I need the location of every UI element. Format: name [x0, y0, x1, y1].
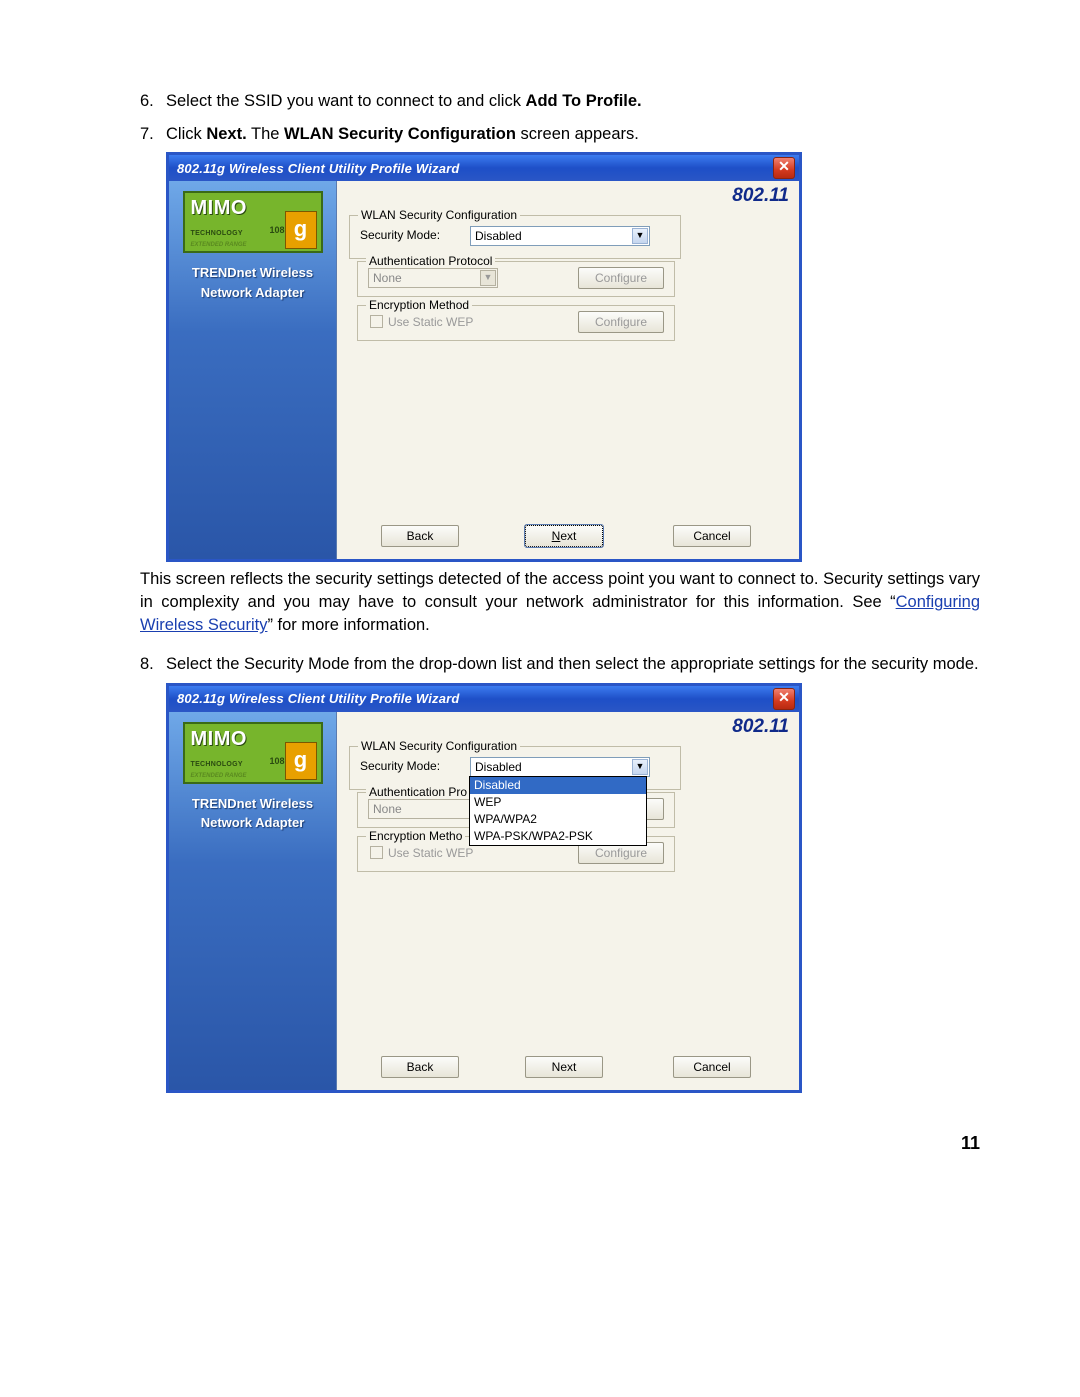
security-mode-label: Security Mode:: [360, 228, 440, 242]
step-number: 6.: [140, 90, 166, 113]
logo-text: MIMO: [191, 197, 247, 220]
dropdown-option-disabled[interactable]: Disabled: [470, 777, 646, 794]
wizard-button-row: Back Next Cancel: [337, 1056, 799, 1082]
mimo-logo: MIMO TECHNOLOGY 108 EXTENDED RANGE g: [183, 722, 323, 784]
chevron-down-icon[interactable]: ▼: [632, 759, 648, 775]
titlebar[interactable]: 802.11g Wireless Client Utility Profile …: [169, 155, 799, 181]
logo-ext: EXTENDED RANGE: [191, 773, 247, 779]
security-mode-dropdown-list[interactable]: Disabled WEP WPA/WPA2 WPA-PSK/WPA2-PSK: [469, 776, 647, 846]
close-icon[interactable]: ✕: [773, 157, 795, 179]
close-icon[interactable]: ✕: [773, 688, 795, 710]
dropdown-option-wpa[interactable]: WPA/WPA2: [470, 811, 646, 828]
logo-g: g: [285, 211, 317, 249]
document-page: 6.Select the SSID you want to connect to…: [0, 0, 1080, 1214]
wizard-sidebar: MIMO TECHNOLOGY 108 EXTENDED RANGE g TRE…: [169, 712, 337, 1090]
sidebar-line1: TRENDnet Wireless: [169, 263, 336, 283]
security-mode-value: Disabled: [475, 760, 522, 774]
step-bold: Add To Profile.: [526, 92, 642, 110]
after-step7-paragraph: This screen reflects the security settin…: [140, 568, 980, 637]
logo-tech: TECHNOLOGY: [191, 761, 243, 768]
back-button[interactable]: Back: [381, 525, 459, 547]
window-title: 802.11g Wireless Client Utility Profile …: [177, 691, 460, 706]
security-mode-select[interactable]: Disabled ▼: [470, 226, 650, 246]
brand-80211: 802.11: [732, 716, 789, 738]
wizard-window-1: 802.11g Wireless Client Utility Profile …: [166, 152, 802, 562]
auth-protocol-value: None: [373, 271, 402, 285]
step-7: 7.Click Next. The WLAN Security Configur…: [140, 123, 980, 146]
cancel-button[interactable]: Cancel: [673, 525, 751, 547]
sidebar-line2: Network Adapter: [169, 283, 336, 303]
window-title: 802.11g Wireless Client Utility Profile …: [177, 161, 460, 176]
group-enc-title: Encryption Method: [366, 298, 472, 312]
group-encryption: Encryption Method Use Static WEP Configu…: [357, 305, 675, 341]
logo-ext: EXTENDED RANGE: [191, 242, 247, 248]
wizard-main-panel: 802.11 WLAN Security Configuration Secur…: [337, 181, 799, 559]
step-8: 8.Select the Security Mode from the drop…: [140, 653, 980, 676]
step-text: Select the SSID you want to connect to a…: [166, 92, 526, 110]
use-static-wep-checkbox: [370, 846, 383, 859]
brand-80211: 802.11: [732, 185, 789, 207]
security-mode-value: Disabled: [475, 229, 522, 243]
group-security-title: WLAN Security Configuration: [358, 739, 520, 753]
group-authentication: Authentication Protocol None ▼ Configure: [357, 261, 675, 297]
use-static-wep-checkbox: [370, 315, 383, 328]
logo-108: 108: [269, 756, 284, 766]
logo-108: 108: [269, 225, 284, 235]
step-number: 7.: [140, 123, 166, 146]
step-text: Select the Security Mode from the drop-d…: [166, 655, 979, 673]
auth-protocol-value: None: [373, 802, 402, 816]
logo-text: MIMO: [191, 728, 247, 751]
sidebar-brand: TRENDnet Wireless Network Adapter: [169, 263, 336, 302]
group-auth-title: Authentication Pro: [366, 785, 470, 799]
para-text: ” for more information.: [267, 616, 429, 634]
wizard-button-row: Back Next Cancel: [337, 525, 799, 551]
back-button[interactable]: Back: [381, 1056, 459, 1078]
step-number: 8.: [140, 653, 166, 676]
next-button[interactable]: Next: [525, 525, 603, 547]
page-number: 11: [140, 1133, 980, 1154]
next-button[interactable]: Next: [525, 1056, 603, 1078]
group-auth-title: Authentication Protocol: [366, 254, 495, 268]
enc-configure-button: Configure: [578, 311, 664, 333]
group-security-title: WLAN Security Configuration: [358, 208, 520, 222]
step-text: screen appears.: [516, 125, 639, 143]
mimo-logo: MIMO TECHNOLOGY 108 EXTENDED RANGE g: [183, 191, 323, 253]
titlebar[interactable]: 802.11g Wireless Client Utility Profile …: [169, 686, 799, 712]
chevron-down-icon[interactable]: ▼: [632, 228, 648, 244]
step-text: The: [247, 125, 284, 143]
step-bold: Next.: [206, 125, 246, 143]
wizard-window-2: 802.11g Wireless Client Utility Profile …: [166, 683, 802, 1093]
use-static-wep-label: Use Static WEP: [388, 315, 473, 329]
para-text: This screen reflects the security settin…: [140, 570, 980, 611]
auth-protocol-select: None ▼: [368, 268, 498, 288]
security-mode-label: Security Mode:: [360, 759, 440, 773]
security-mode-select[interactable]: Disabled ▼: [470, 757, 650, 777]
sidebar-line1: TRENDnet Wireless: [169, 794, 336, 814]
sidebar-line2: Network Adapter: [169, 813, 336, 833]
logo-tech: TECHNOLOGY: [191, 230, 243, 237]
dropdown-option-wep[interactable]: WEP: [470, 794, 646, 811]
cancel-button[interactable]: Cancel: [673, 1056, 751, 1078]
dropdown-option-wpapsk[interactable]: WPA-PSK/WPA2-PSK: [470, 828, 646, 845]
sidebar-brand: TRENDnet Wireless Network Adapter: [169, 794, 336, 833]
group-enc-title: Encryption Metho: [366, 829, 465, 843]
wizard-sidebar: MIMO TECHNOLOGY 108 EXTENDED RANGE g TRE…: [169, 181, 337, 559]
logo-g: g: [285, 742, 317, 780]
step-text: Click: [166, 125, 206, 143]
step-6: 6.Select the SSID you want to connect to…: [140, 90, 980, 113]
wizard-main-panel: 802.11 WLAN Security Configuration Secur…: [337, 712, 799, 1090]
group-security: WLAN Security Configuration Security Mod…: [349, 215, 681, 259]
use-static-wep-label: Use Static WEP: [388, 846, 473, 860]
chevron-down-icon: ▼: [480, 270, 496, 286]
auth-configure-button: Configure: [578, 267, 664, 289]
step-bold: WLAN Security Configuration: [284, 125, 516, 143]
